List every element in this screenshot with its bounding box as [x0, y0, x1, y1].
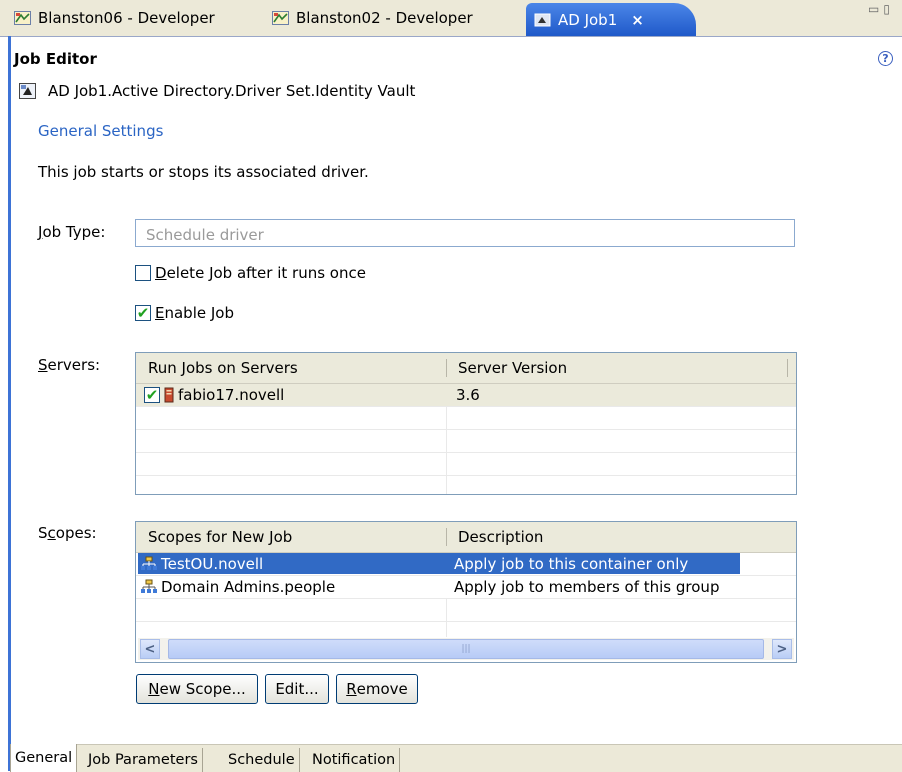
- tab-schedule[interactable]: Schedule: [224, 748, 300, 772]
- table-row[interactable]: TestOU.novell Apply job to this containe…: [136, 553, 796, 576]
- scope-cell: TestOU.novell: [140, 555, 263, 573]
- tab-notification[interactable]: Notification: [308, 748, 401, 772]
- description-cell: Apply job to members of this group: [454, 578, 720, 596]
- remove-scope-button[interactable]: Remove: [336, 674, 418, 704]
- table-header: Scopes for New Job Description: [136, 522, 796, 553]
- column-header-scope[interactable]: Scopes for New Job: [148, 528, 292, 546]
- column-header-version[interactable]: Server Version: [458, 359, 567, 377]
- table-header: Run Jobs on Servers Server Version: [136, 353, 796, 384]
- servers-table[interactable]: Run Jobs on Servers Server Version ✔ fab…: [135, 352, 797, 495]
- editor-title: Job Editor: [14, 50, 97, 68]
- tab-ad-job1[interactable]: AD Job1 ×: [526, 3, 696, 36]
- job-icon: [534, 12, 552, 28]
- tab-general[interactable]: General: [10, 744, 78, 772]
- description-text: This job starts or stops its associated …: [38, 163, 369, 181]
- developer-icon: [14, 10, 32, 26]
- section-heading: General Settings: [38, 122, 164, 140]
- editor-tab-strip: Blanston06 - Developer Blanston02 - Deve…: [0, 0, 902, 37]
- enable-job-option[interactable]: ✔ Enable Job: [135, 304, 234, 322]
- enable-job-checkbox[interactable]: ✔: [135, 305, 151, 321]
- server-checkbox[interactable]: ✔: [144, 387, 160, 403]
- description-cell: Apply job to this container only: [454, 555, 689, 573]
- horizontal-scrollbar[interactable]: < ||| >: [138, 638, 794, 660]
- tab-blanston06[interactable]: Blanston06 - Developer: [14, 4, 215, 32]
- table-row-empty: [136, 599, 796, 622]
- new-scope-button[interactable]: New Scope...: [136, 674, 258, 704]
- checkmark-icon: ✔: [136, 303, 150, 322]
- table-row-empty: [136, 407, 796, 430]
- close-icon[interactable]: ×: [631, 11, 644, 29]
- delete-job-label: Delete Job after it runs once: [155, 264, 366, 282]
- scope-cell: Domain Admins.people: [140, 578, 335, 596]
- column-header-description[interactable]: Description: [458, 528, 543, 546]
- edit-scope-button[interactable]: Edit...: [265, 674, 329, 704]
- server-icon: [164, 387, 174, 403]
- delete-job-checkbox[interactable]: [135, 265, 151, 281]
- scrollbar-thumb[interactable]: |||: [168, 639, 764, 659]
- job-type-field[interactable]: Schedule driver: [135, 219, 795, 247]
- tab-job-parameters[interactable]: Job Parameters: [84, 748, 203, 772]
- table-row[interactable]: ✔ fabio17.novell 3.6: [136, 384, 796, 407]
- scroll-left-icon[interactable]: <: [140, 639, 160, 659]
- servers-label: Servers:: [38, 356, 101, 374]
- column-header-server[interactable]: Run Jobs on Servers: [148, 359, 298, 377]
- table-row-empty: [136, 430, 796, 453]
- enable-job-label: Enable Job: [155, 304, 234, 322]
- checkmark-icon: ✔: [145, 385, 159, 404]
- tab-label: AD Job1: [558, 10, 618, 29]
- scopes-label: Scopes:: [38, 524, 97, 542]
- group-icon: [141, 579, 157, 593]
- editor-left-border: [8, 36, 11, 771]
- delete-job-option[interactable]: Delete Job after it runs once: [135, 264, 366, 282]
- table-row-empty: [136, 453, 796, 476]
- help-icon[interactable]: ?: [878, 51, 893, 66]
- container-icon: [141, 556, 157, 570]
- editor-page-tabs: General Job Parameters Schedule Notifica…: [10, 744, 902, 772]
- job-type-label: Job Type:: [38, 223, 106, 241]
- job-object-icon: [19, 83, 36, 99]
- minimize-maximize-icon[interactable]: ▭▯: [868, 2, 894, 16]
- server-cell: ✔ fabio17.novell: [144, 385, 285, 404]
- object-path-row: AD Job1.Active Directory.Driver Set.Iden…: [18, 82, 415, 100]
- scopes-table[interactable]: Scopes for New Job Description TestOU.no…: [135, 521, 797, 663]
- scroll-right-icon[interactable]: >: [772, 639, 792, 659]
- table-row[interactable]: Domain Admins.people Apply job to member…: [136, 576, 796, 599]
- object-path: AD Job1.Active Directory.Driver Set.Iden…: [48, 82, 416, 100]
- developer-icon: [272, 10, 290, 26]
- tab-label: Blanston02 - Developer: [296, 9, 473, 27]
- version-cell: 3.6: [456, 386, 480, 404]
- tab-label: Blanston06 - Developer: [38, 9, 215, 27]
- tab-blanston02[interactable]: Blanston02 - Developer: [272, 4, 473, 32]
